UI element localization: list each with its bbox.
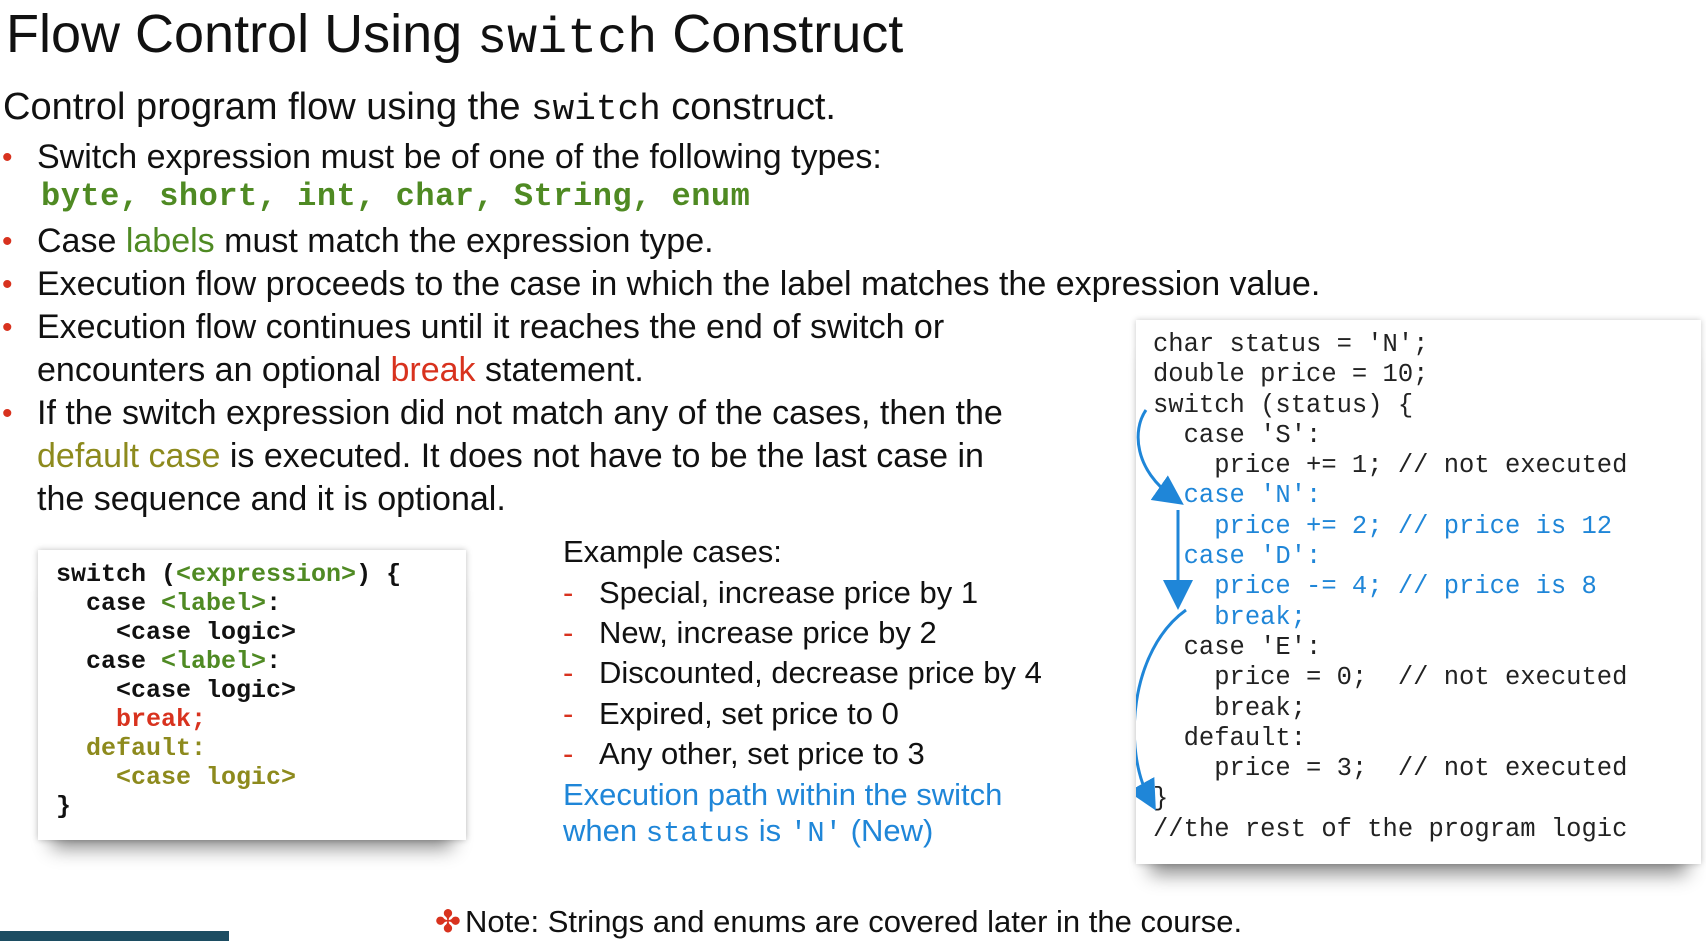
labels-highlight: labels — [125, 222, 215, 260]
switch-syntax-box: switch (<expression>) { case <label>: <c… — [38, 550, 466, 840]
intro-line: Control program flow using the switch co… — [3, 82, 836, 135]
execution-path-arrows — [1136, 409, 1193, 811]
bullet-dot: • — [2, 311, 13, 344]
note-text: Note: Strings and enums are covered late… — [464, 904, 1243, 939]
execution-path-caption: Execution path within the switch when st… — [563, 777, 1003, 850]
bullet-text: Execution flow continues until it reache… — [37, 308, 945, 389]
intro-text-before: Control program flow using the — [3, 86, 521, 128]
arrow-break-to-end — [1136, 608, 1187, 811]
bullet-text: Switch expression must be of one of the … — [37, 138, 882, 176]
bullet-text: Case labels must match the expression ty… — [37, 222, 714, 260]
bullet-text: If the switch expression did not match a… — [37, 394, 1003, 518]
title-text-after: Construct — [672, 4, 904, 64]
example-code-box: char status = 'N'; double price = 10; sw… — [1136, 320, 1701, 864]
arrow-switch-to-case-n — [1136, 409, 1184, 505]
title-text-before: Flow Control Using — [6, 4, 463, 64]
default-case-highlight: default case — [37, 437, 221, 475]
bullet-dot: • — [2, 268, 13, 301]
break-highlight: break — [390, 351, 476, 389]
type-list: byte, short, int, char, String, enum — [41, 178, 751, 215]
intro-text-after: construct. — [671, 86, 836, 128]
bullet-dot: • — [2, 141, 13, 174]
footer-accent-bar — [0, 931, 229, 941]
page-title: Flow Control Using switch Construct — [6, 2, 903, 72]
bullet-dot: • — [2, 225, 13, 258]
switch-syntax-code: switch (<expression>) { case <label>: <c… — [56, 560, 402, 821]
note-star-icon: ✤ — [435, 904, 461, 939]
bullet-text: Execution flow proceeds to the case in w… — [37, 265, 1321, 303]
title-code: switch — [477, 11, 658, 68]
bullet-dot: • — [2, 397, 13, 430]
intro-code: switch — [531, 89, 661, 130]
note: ✤ Note: Strings and enums are covered lat… — [435, 903, 1242, 941]
examples-heading: Example cases: — [563, 534, 782, 569]
